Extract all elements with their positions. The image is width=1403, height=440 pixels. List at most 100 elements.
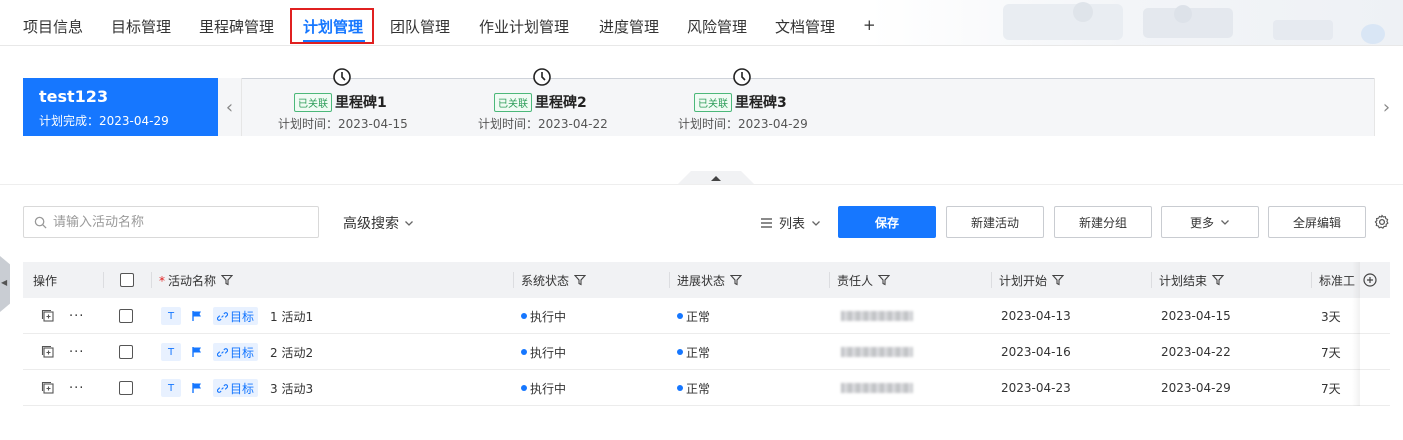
header-standard: 标准工 bbox=[1311, 262, 1355, 298]
add-circle-icon bbox=[1363, 273, 1377, 287]
tab-project-info[interactable]: 项目信息 bbox=[23, 16, 83, 37]
link-icon bbox=[217, 383, 228, 393]
filter-icon[interactable] bbox=[1212, 274, 1225, 286]
header-plan-start[interactable]: 计划开始 bbox=[991, 262, 1065, 298]
advanced-search-dropdown[interactable]: 高级搜索 bbox=[343, 213, 414, 233]
row-action-insert[interactable] bbox=[41, 334, 55, 370]
view-mode-dropdown[interactable]: 列表 bbox=[760, 213, 821, 232]
table-row[interactable]: ··· T 目标 1 活动1 执行中 正常 2023-04-13 2023-04… bbox=[23, 298, 1390, 334]
owner-cell-redacted[interactable] bbox=[841, 370, 913, 406]
plan-start-cell[interactable]: 2023-04-23 bbox=[1001, 370, 1071, 406]
header-progress-status[interactable]: 进展状态 bbox=[669, 262, 743, 298]
more-label: 更多 bbox=[1189, 215, 1214, 230]
plan-end-cell[interactable]: 2023-04-15 bbox=[1161, 298, 1231, 334]
new-activity-button[interactable]: 新建活动 bbox=[946, 206, 1044, 238]
plan-finish-label: 计划完成： bbox=[39, 114, 100, 128]
select-all-checkbox[interactable] bbox=[120, 273, 134, 287]
filter-icon[interactable] bbox=[1052, 274, 1065, 286]
activity-name[interactable]: 3 活动3 bbox=[270, 380, 313, 397]
plan-finish-date: 2023-04-29 bbox=[99, 114, 169, 128]
more-dropdown-button[interactable]: 更多 bbox=[1161, 206, 1259, 238]
filter-icon[interactable] bbox=[574, 274, 587, 286]
goal-link-tag[interactable]: 目标 bbox=[213, 379, 259, 397]
milestone-time: 2023-04-29 bbox=[738, 117, 808, 131]
goal-link-tag[interactable]: 目标 bbox=[213, 307, 259, 325]
row-checkbox[interactable] bbox=[119, 381, 133, 395]
filter-icon[interactable] bbox=[878, 274, 891, 286]
milestone-strip: ‹ 已关联 里程碑1 计划时间：2023-04-15 已关联 里程碑2 计划时间：2… bbox=[218, 68, 1398, 136]
save-button[interactable]: 保存 bbox=[838, 206, 936, 238]
row-checkbox[interactable] bbox=[119, 309, 133, 323]
milestone-item[interactable]: 已关联 里程碑2 计划时间：2023-04-22 bbox=[418, 68, 618, 136]
row-more-actions[interactable]: ··· bbox=[69, 298, 84, 334]
milestone-item[interactable]: 已关联 里程碑3 计划时间：2023-04-29 bbox=[618, 68, 818, 136]
milestone-flag-icon[interactable] bbox=[187, 307, 207, 325]
add-tab-button[interactable]: + bbox=[863, 16, 876, 34]
filter-icon[interactable] bbox=[730, 274, 743, 286]
collapse-panel-toggle[interactable] bbox=[677, 171, 755, 185]
row-action-insert[interactable] bbox=[41, 370, 55, 406]
goal-link-tag[interactable]: 目标 bbox=[213, 343, 259, 361]
milestone-next-button[interactable]: › bbox=[1374, 78, 1398, 136]
tab-goal-management[interactable]: 目标管理 bbox=[111, 16, 171, 37]
activity-search-input[interactable] bbox=[53, 214, 303, 230]
side-panel-handle[interactable]: ◀ bbox=[0, 256, 10, 312]
new-group-button[interactable]: 新建分组 bbox=[1054, 206, 1152, 238]
table-header: 操作 * 活动名称 系统状态 进展状态 责任人 计划开始 计划结束 标准工 bbox=[23, 262, 1390, 298]
tab-document-management[interactable]: 文档管理 bbox=[775, 16, 835, 37]
tab-risk-management[interactable]: 风险管理 bbox=[687, 16, 747, 37]
insert-row-icon bbox=[41, 309, 54, 322]
table-row[interactable]: ··· T 目标 2 活动2 执行中 正常 2023-04-16 2023-04… bbox=[23, 334, 1390, 370]
header-activity-name[interactable]: * 活动名称 bbox=[151, 262, 234, 298]
plan-start-cell[interactable]: 2023-04-13 bbox=[1001, 298, 1071, 334]
owner-cell-redacted[interactable] bbox=[841, 334, 913, 370]
tab-milestone-management[interactable]: 里程碑管理 bbox=[199, 16, 274, 37]
advanced-search-label: 高级搜索 bbox=[343, 216, 399, 232]
standard-cell[interactable]: 7天 bbox=[1321, 370, 1341, 406]
milestone-title: 里程碑2 bbox=[535, 95, 587, 111]
plan-end-cell[interactable]: 2023-04-22 bbox=[1161, 334, 1231, 370]
table-row[interactable]: ··· T 目标 3 活动3 执行中 正常 2023-04-23 2023-04… bbox=[23, 370, 1390, 406]
row-checkbox[interactable] bbox=[119, 345, 133, 359]
active-tab-underline bbox=[303, 40, 365, 42]
milestone-flag-icon[interactable] bbox=[187, 343, 207, 361]
tab-work-plan-management[interactable]: 作业计划管理 bbox=[479, 16, 569, 37]
header-owner[interactable]: 责任人 bbox=[829, 262, 891, 298]
chevron-right-icon: › bbox=[1382, 96, 1391, 118]
filter-icon[interactable] bbox=[221, 274, 234, 286]
row-more-actions[interactable]: ··· bbox=[69, 370, 84, 406]
add-column-button[interactable] bbox=[1363, 262, 1377, 298]
plan-end-cell[interactable]: 2023-04-29 bbox=[1161, 370, 1231, 406]
plan-card[interactable]: test123 计划完成：2023-04-29 bbox=[23, 78, 218, 136]
milestone-item[interactable]: 已关联 里程碑1 计划时间：2023-04-15 bbox=[218, 68, 418, 136]
plan-start-cell[interactable]: 2023-04-16 bbox=[1001, 334, 1071, 370]
fullscreen-edit-button[interactable]: 全屏编辑 bbox=[1268, 206, 1366, 238]
task-type-tag[interactable]: T bbox=[161, 307, 181, 325]
header-select-all bbox=[103, 262, 151, 298]
task-type-tag[interactable]: T bbox=[161, 379, 181, 397]
activity-search-box[interactable] bbox=[23, 206, 319, 238]
standard-cell[interactable]: 7天 bbox=[1321, 334, 1341, 370]
chevron-down-icon bbox=[812, 220, 820, 226]
row-more-actions[interactable]: ··· bbox=[69, 334, 84, 370]
linked-badge: 已关联 bbox=[294, 92, 332, 112]
milestone-flag-icon[interactable] bbox=[187, 379, 207, 397]
gear-icon[interactable] bbox=[1374, 214, 1390, 230]
header-system-status[interactable]: 系统状态 bbox=[513, 262, 587, 298]
system-status-cell: 执行中 bbox=[521, 298, 566, 334]
insert-row-icon bbox=[41, 381, 54, 394]
activity-name[interactable]: 2 活动2 bbox=[270, 344, 313, 361]
tab-team-management[interactable]: 团队管理 bbox=[390, 16, 450, 37]
milestone-time-label: 计划时间： bbox=[678, 117, 739, 131]
milestone-time: 2023-04-22 bbox=[538, 117, 608, 131]
plan-finish: 计划完成：2023-04-29 bbox=[39, 112, 218, 129]
task-type-tag[interactable]: T bbox=[161, 343, 181, 361]
activity-name[interactable]: 1 活动1 bbox=[270, 308, 313, 325]
header-plan-end[interactable]: 计划结束 bbox=[1151, 262, 1225, 298]
standard-cell[interactable]: 3天 bbox=[1321, 298, 1341, 334]
chevron-down-icon bbox=[405, 221, 413, 226]
owner-cell-redacted[interactable] bbox=[841, 298, 913, 334]
tab-plan-management[interactable]: 计划管理 bbox=[303, 16, 363, 37]
row-action-insert[interactable] bbox=[41, 298, 55, 334]
tab-progress-management[interactable]: 进度管理 bbox=[599, 16, 659, 37]
